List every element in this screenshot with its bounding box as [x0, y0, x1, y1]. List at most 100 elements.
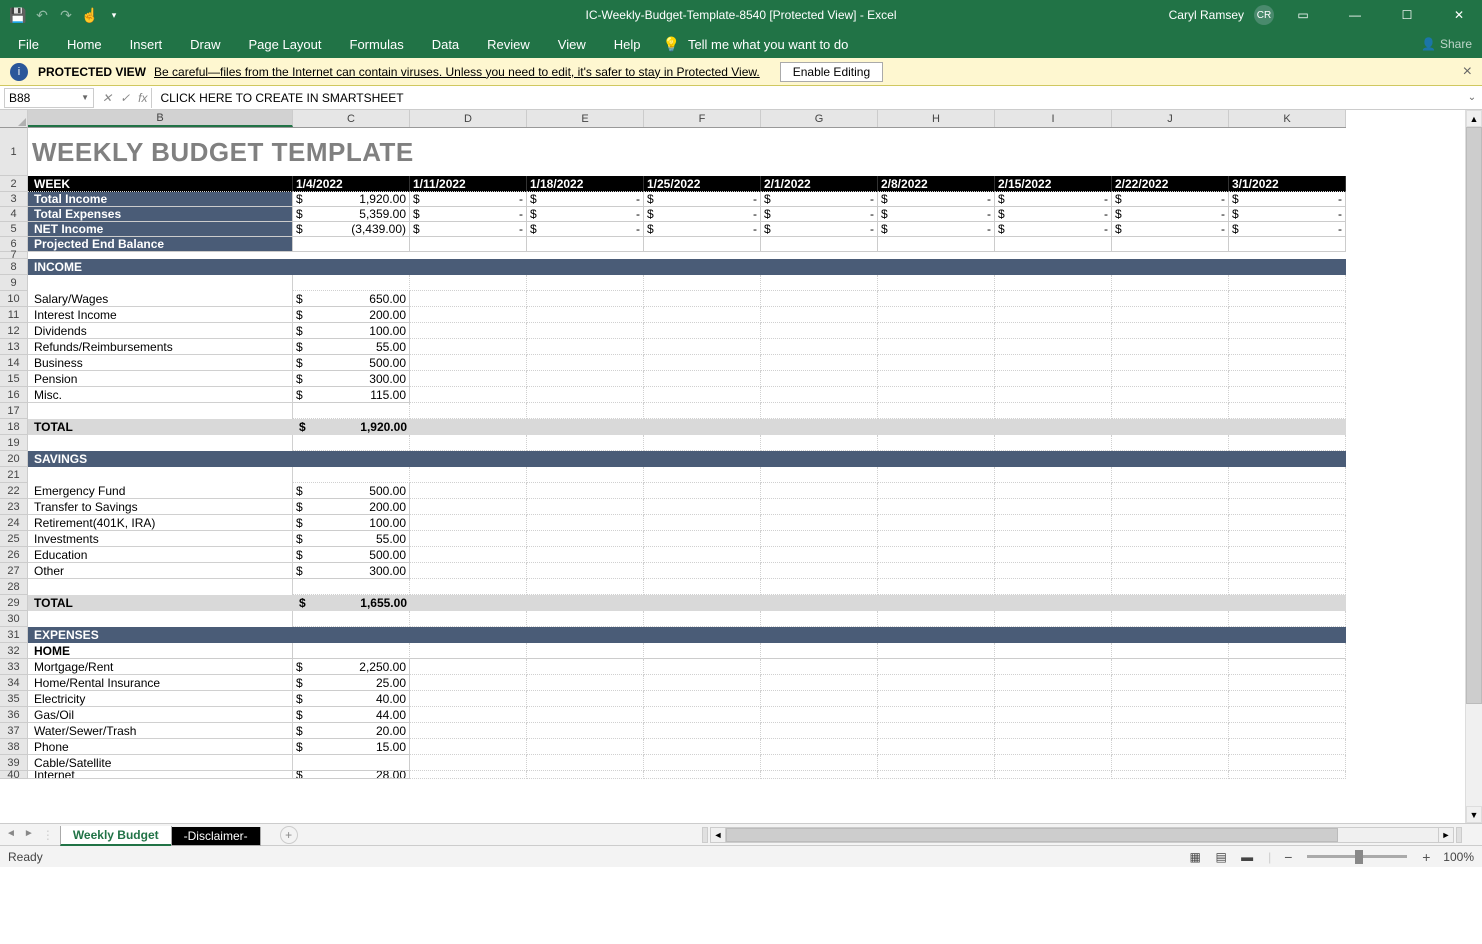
cell[interactable]: Phone [28, 739, 293, 755]
cell[interactable] [644, 659, 761, 675]
cell[interactable] [1229, 371, 1346, 387]
cell[interactable]: TOTAL [28, 595, 293, 611]
cell[interactable] [878, 739, 995, 755]
cell[interactable]: Home/Rental Insurance [28, 675, 293, 691]
cell[interactable]: 3/1/2022 [1229, 176, 1346, 192]
cell[interactable] [293, 627, 410, 643]
cell[interactable]: 2/1/2022 [761, 176, 878, 192]
cell[interactable] [644, 707, 761, 723]
cell[interactable] [410, 323, 527, 339]
cell[interactable] [878, 547, 995, 563]
cell[interactable] [995, 451, 1112, 467]
cell[interactable]: 1/25/2022 [644, 176, 761, 192]
cell[interactable] [644, 237, 761, 252]
cell[interactable] [1229, 659, 1346, 675]
row-header-5[interactable]: 5 [0, 222, 27, 237]
cell[interactable]: WEEKLY BUDGET TEMPLATE [28, 128, 293, 176]
cell[interactable] [761, 387, 878, 403]
close-button[interactable]: ✕ [1436, 0, 1482, 30]
cell[interactable] [1112, 307, 1229, 323]
cell[interactable]: Pension [28, 371, 293, 387]
cell[interactable] [527, 595, 644, 611]
row-header-37[interactable]: 37 [0, 723, 27, 739]
cell[interactable] [527, 339, 644, 355]
cell[interactable] [644, 403, 761, 419]
cell[interactable] [527, 627, 644, 643]
row-header-40[interactable]: 40 [0, 771, 27, 779]
cell[interactable] [761, 531, 878, 547]
ribbon-tab-data[interactable]: Data [418, 30, 473, 58]
cell[interactable] [1229, 252, 1346, 259]
cell[interactable] [293, 579, 410, 595]
cell-money[interactable]: $100.00 [293, 515, 410, 531]
cell[interactable] [644, 371, 761, 387]
cell[interactable] [644, 771, 761, 779]
cell[interactable] [995, 483, 1112, 499]
cell[interactable] [1229, 275, 1346, 291]
row-header-21[interactable]: 21 [0, 467, 27, 483]
cell[interactable] [527, 371, 644, 387]
cell[interactable] [878, 339, 995, 355]
cell[interactable] [644, 531, 761, 547]
cell[interactable] [1112, 643, 1229, 659]
cell[interactable] [644, 419, 761, 435]
cell[interactable]: HOME [28, 643, 293, 659]
expand-formula-icon[interactable]: ⌄ [1462, 92, 1482, 103]
cell[interactable] [410, 675, 527, 691]
cell[interactable] [995, 387, 1112, 403]
cell[interactable] [527, 128, 644, 176]
cell[interactable]: EXPENSES [28, 627, 293, 643]
cell[interactable] [878, 499, 995, 515]
close-bar-icon[interactable]: × [1463, 63, 1472, 81]
ribbon-tab-view[interactable]: View [544, 30, 600, 58]
cell[interactable] [995, 547, 1112, 563]
sheet-nav-next-icon[interactable]: ► [24, 828, 34, 842]
cell[interactable]: Salary/Wages [28, 291, 293, 307]
cell[interactable] [527, 323, 644, 339]
cell[interactable] [1112, 515, 1229, 531]
cell-money[interactable]: $1,655.00 [293, 595, 410, 611]
page-layout-view-icon[interactable]: ▤ [1210, 848, 1232, 866]
cell[interactable]: Water/Sewer/Trash [28, 723, 293, 739]
cell[interactable]: Other [28, 563, 293, 579]
cell[interactable]: Emergency Fund [28, 483, 293, 499]
cell[interactable] [761, 275, 878, 291]
cell-money[interactable]: $15.00 [293, 739, 410, 755]
enable-editing-button[interactable]: Enable Editing [780, 62, 883, 82]
cell[interactable] [878, 595, 995, 611]
cell[interactable] [293, 611, 410, 627]
cell[interactable] [410, 483, 527, 499]
cell[interactable] [527, 563, 644, 579]
cell-money[interactable]: $40.00 [293, 691, 410, 707]
add-sheet-button[interactable]: + [280, 826, 298, 844]
cell[interactable] [644, 339, 761, 355]
cell[interactable] [1112, 237, 1229, 252]
cell[interactable] [878, 387, 995, 403]
cell[interactable] [644, 483, 761, 499]
cell[interactable] [995, 771, 1112, 779]
vscroll-track[interactable] [1466, 127, 1482, 806]
cell[interactable] [410, 339, 527, 355]
cell[interactable] [644, 435, 761, 451]
cell[interactable] [878, 435, 995, 451]
cell-money[interactable]: $1,920.00 [293, 419, 410, 435]
row-header-34[interactable]: 34 [0, 675, 27, 691]
cell-money[interactable]: $- [1112, 222, 1229, 237]
cell[interactable] [1229, 675, 1346, 691]
cell-money[interactable]: $100.00 [293, 323, 410, 339]
cell[interactable] [761, 355, 878, 371]
cell[interactable] [527, 291, 644, 307]
cell-money[interactable]: $- [1112, 192, 1229, 207]
cell[interactable] [527, 659, 644, 675]
cell[interactable] [761, 771, 878, 779]
cell[interactable] [761, 259, 878, 275]
row-header-31[interactable]: 31 [0, 627, 27, 643]
cell[interactable] [527, 275, 644, 291]
cell[interactable] [28, 275, 293, 291]
cell[interactable] [1112, 483, 1229, 499]
cell[interactable] [761, 307, 878, 323]
user-avatar[interactable]: CR [1254, 5, 1274, 25]
cell[interactable] [1112, 531, 1229, 547]
share-button[interactable]: 👤 Share [1421, 37, 1472, 51]
row-header-23[interactable]: 23 [0, 499, 27, 515]
